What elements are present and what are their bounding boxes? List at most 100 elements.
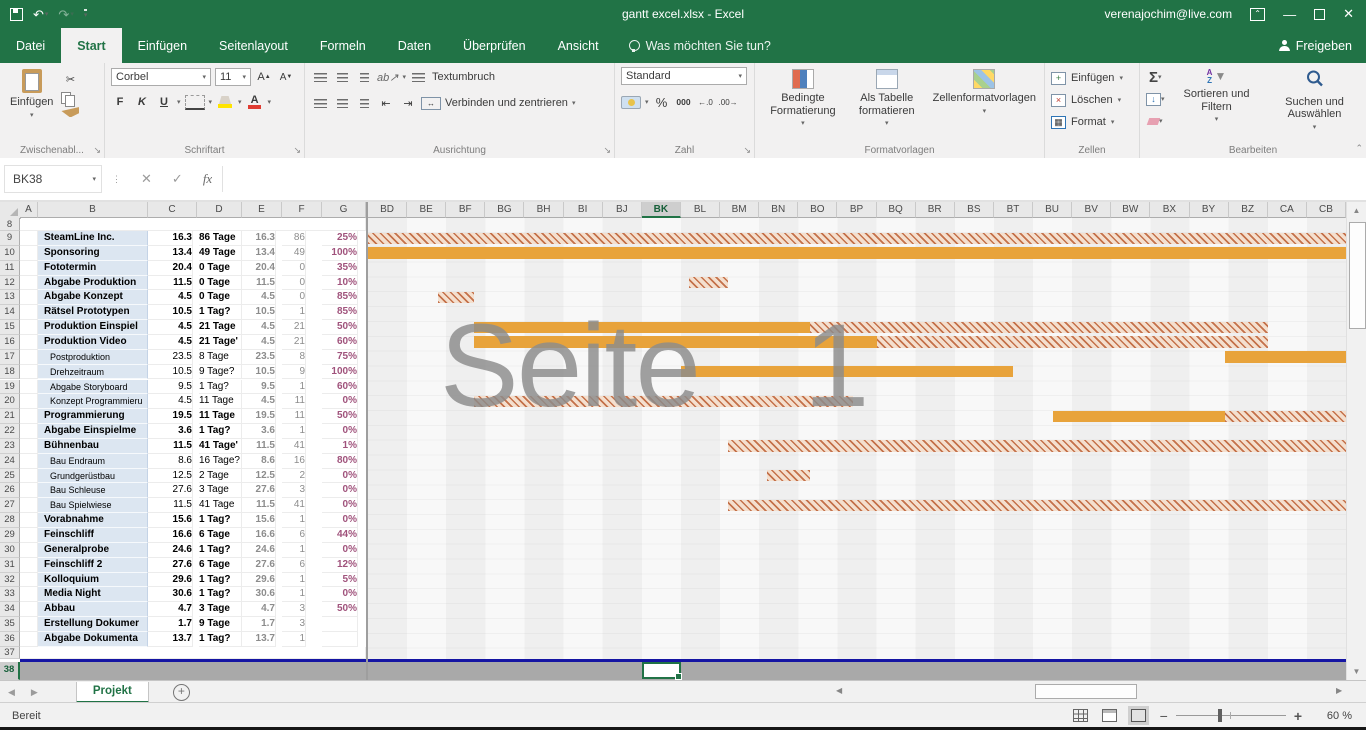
column-header-BR[interactable]: BR (916, 202, 955, 218)
column-header-BS[interactable]: BS (955, 202, 994, 218)
font-name-select[interactable]: Corbel▾ (111, 68, 211, 86)
spreadsheet-grid[interactable]: ABCDEFGBD2.5BE3.5BF4.5BG5.5BH6.5BI7.5BJ8… (0, 202, 1346, 680)
cell-F29[interactable]: 6 (282, 528, 306, 543)
cell-A14[interactable] (20, 305, 38, 320)
column-header-BP[interactable]: BP (837, 202, 876, 218)
task-name-28[interactable]: Vorabnahme (38, 513, 148, 528)
cell-G27[interactable]: 0% (322, 498, 358, 513)
column-header-BW[interactable]: BW (1111, 202, 1150, 218)
new-sheet-button[interactable]: + (173, 684, 190, 701)
row-header-32[interactable]: 32 (0, 573, 20, 588)
selected-cell-BK38[interactable] (642, 662, 681, 679)
cell-C23[interactable]: 11.5 (148, 439, 193, 454)
cell-A11[interactable] (20, 261, 38, 276)
cell-F32[interactable]: 1 (282, 573, 306, 588)
decrease-indent-icon[interactable]: ⇤ (377, 93, 395, 113)
cell-E23[interactable]: 11.5 (242, 439, 276, 454)
cell-F33[interactable]: 1 (282, 587, 306, 602)
cell-F26[interactable]: 3 (282, 483, 306, 498)
cell-D36[interactable]: 1 Tag? (199, 632, 242, 647)
cell-D9[interactable]: 86 Tage (199, 231, 242, 246)
column-header-BJ[interactable]: BJ (603, 202, 642, 218)
merge-center-icon[interactable]: ↔ (421, 97, 441, 110)
cell-G31[interactable]: 12% (322, 558, 358, 573)
zoom-out-icon[interactable]: − (1160, 708, 1168, 724)
task-name-21[interactable]: Programmierung (38, 409, 148, 424)
row-header-26[interactable]: 26 (0, 483, 20, 498)
cell-E12[interactable]: 11.5 (242, 276, 276, 291)
cell-D25[interactable]: 2 Tage (199, 469, 242, 484)
cell-A29[interactable] (20, 528, 38, 543)
cell-E11[interactable]: 20.4 (242, 261, 276, 276)
task-name-36[interactable]: Abgabe Dokumenta (38, 632, 148, 647)
cell-C26[interactable]: 27.6 (148, 483, 193, 498)
column-header-BE[interactable]: BE (407, 202, 446, 218)
align-middle-icon[interactable] (333, 67, 351, 87)
border-button[interactable] (185, 95, 205, 110)
cell-A35[interactable] (20, 617, 38, 632)
cell-D16[interactable]: 21 Tage' (199, 335, 242, 350)
cell-A27[interactable] (20, 498, 38, 513)
cell-D17[interactable]: 8 Tage (199, 350, 242, 365)
cell-D20[interactable]: 11 Tage (199, 394, 242, 409)
cell-E22[interactable]: 3.6 (242, 424, 276, 439)
row-header-17[interactable]: 17 (0, 350, 20, 365)
cell-E33[interactable]: 30.6 (242, 587, 276, 602)
row-header-16[interactable]: 16 (0, 335, 20, 350)
column-header-A[interactable]: A (20, 202, 38, 218)
column-header-BQ[interactable]: BQ (877, 202, 916, 218)
cell-C21[interactable]: 19.5 (148, 409, 193, 424)
column-header-BZ[interactable]: BZ (1229, 202, 1268, 218)
cell-E16[interactable]: 4.5 (242, 335, 276, 350)
cell-D33[interactable]: 1 Tag? (199, 587, 242, 602)
row37-left[interactable] (20, 647, 366, 659)
cut-button[interactable]: ✂ (61, 69, 79, 89)
column-header-D[interactable]: D (197, 202, 242, 218)
cell-G35[interactable] (322, 617, 358, 632)
task-name-14[interactable]: Rätsel Prototypen (38, 305, 148, 320)
tab-start[interactable]: Start (61, 28, 121, 63)
scroll-down-icon[interactable]: ▼ (1347, 667, 1366, 676)
grow-font-button[interactable]: A▲ (255, 67, 273, 87)
task-name-27[interactable]: Bau Spielwiese (38, 498, 148, 513)
enter-icon[interactable]: ✓ (162, 171, 193, 187)
cell-A28[interactable] (20, 513, 38, 528)
cell-D18[interactable]: 9 Tage? (199, 365, 242, 380)
cell-D35[interactable]: 9 Tage (199, 617, 242, 632)
cell-G12[interactable]: 10% (322, 276, 358, 291)
find-select-button[interactable]: Suchen und Auswählen▾ (1269, 67, 1361, 134)
align-right-icon[interactable] (355, 93, 373, 113)
gantt-bar-row20-hatch[interactable] (474, 396, 853, 407)
cell-G32[interactable]: 5% (322, 573, 358, 588)
cell-D31[interactable]: 6 Tage (199, 558, 242, 573)
row-header-35[interactable]: 35 (0, 617, 20, 632)
zoom-in-icon[interactable]: + (1294, 708, 1302, 724)
increase-indent-icon[interactable]: ⇥ (399, 93, 417, 113)
cell-E17[interactable]: 23.5 (242, 350, 276, 365)
align-top-icon[interactable] (311, 67, 329, 87)
gantt-bar-row15-hatch[interactable] (810, 322, 1268, 333)
cell-D11[interactable]: 0 Tage (199, 261, 242, 276)
task-name-29[interactable]: Feinschliff (38, 528, 148, 543)
gantt-bar-row13-hatch[interactable] (438, 292, 473, 303)
cell-E27[interactable]: 11.5 (242, 498, 276, 513)
ribbon-display-options-icon[interactable]: ⌃ (1250, 8, 1265, 21)
row-header-8[interactable]: 8 (0, 218, 20, 231)
task-name-11[interactable]: Fototermin (38, 261, 148, 276)
zoom-thumb[interactable] (1218, 709, 1222, 722)
gantt-bar-row25-hatch[interactable] (767, 470, 810, 481)
copy-button[interactable] (61, 92, 79, 104)
cell-G15[interactable]: 50% (322, 320, 358, 335)
cell-F22[interactable]: 1 (282, 424, 306, 439)
format-as-table-button[interactable]: Als Tabelle formatieren▾ (845, 67, 929, 130)
cell-E24[interactable]: 8.6 (242, 454, 276, 469)
cell-C18[interactable]: 10.5 (148, 365, 193, 380)
cell-C20[interactable]: 4.5 (148, 394, 193, 409)
column-header-BH[interactable]: BH (524, 202, 563, 218)
close-button[interactable]: ✕ (1343, 6, 1354, 22)
gantt-bar-row21-hatch[interactable] (1225, 411, 1346, 422)
cell-D13[interactable]: 0 Tage (199, 290, 242, 305)
cell-F17[interactable]: 8 (282, 350, 306, 365)
cell-C31[interactable]: 27.6 (148, 558, 193, 573)
cell-E15[interactable]: 4.5 (242, 320, 276, 335)
